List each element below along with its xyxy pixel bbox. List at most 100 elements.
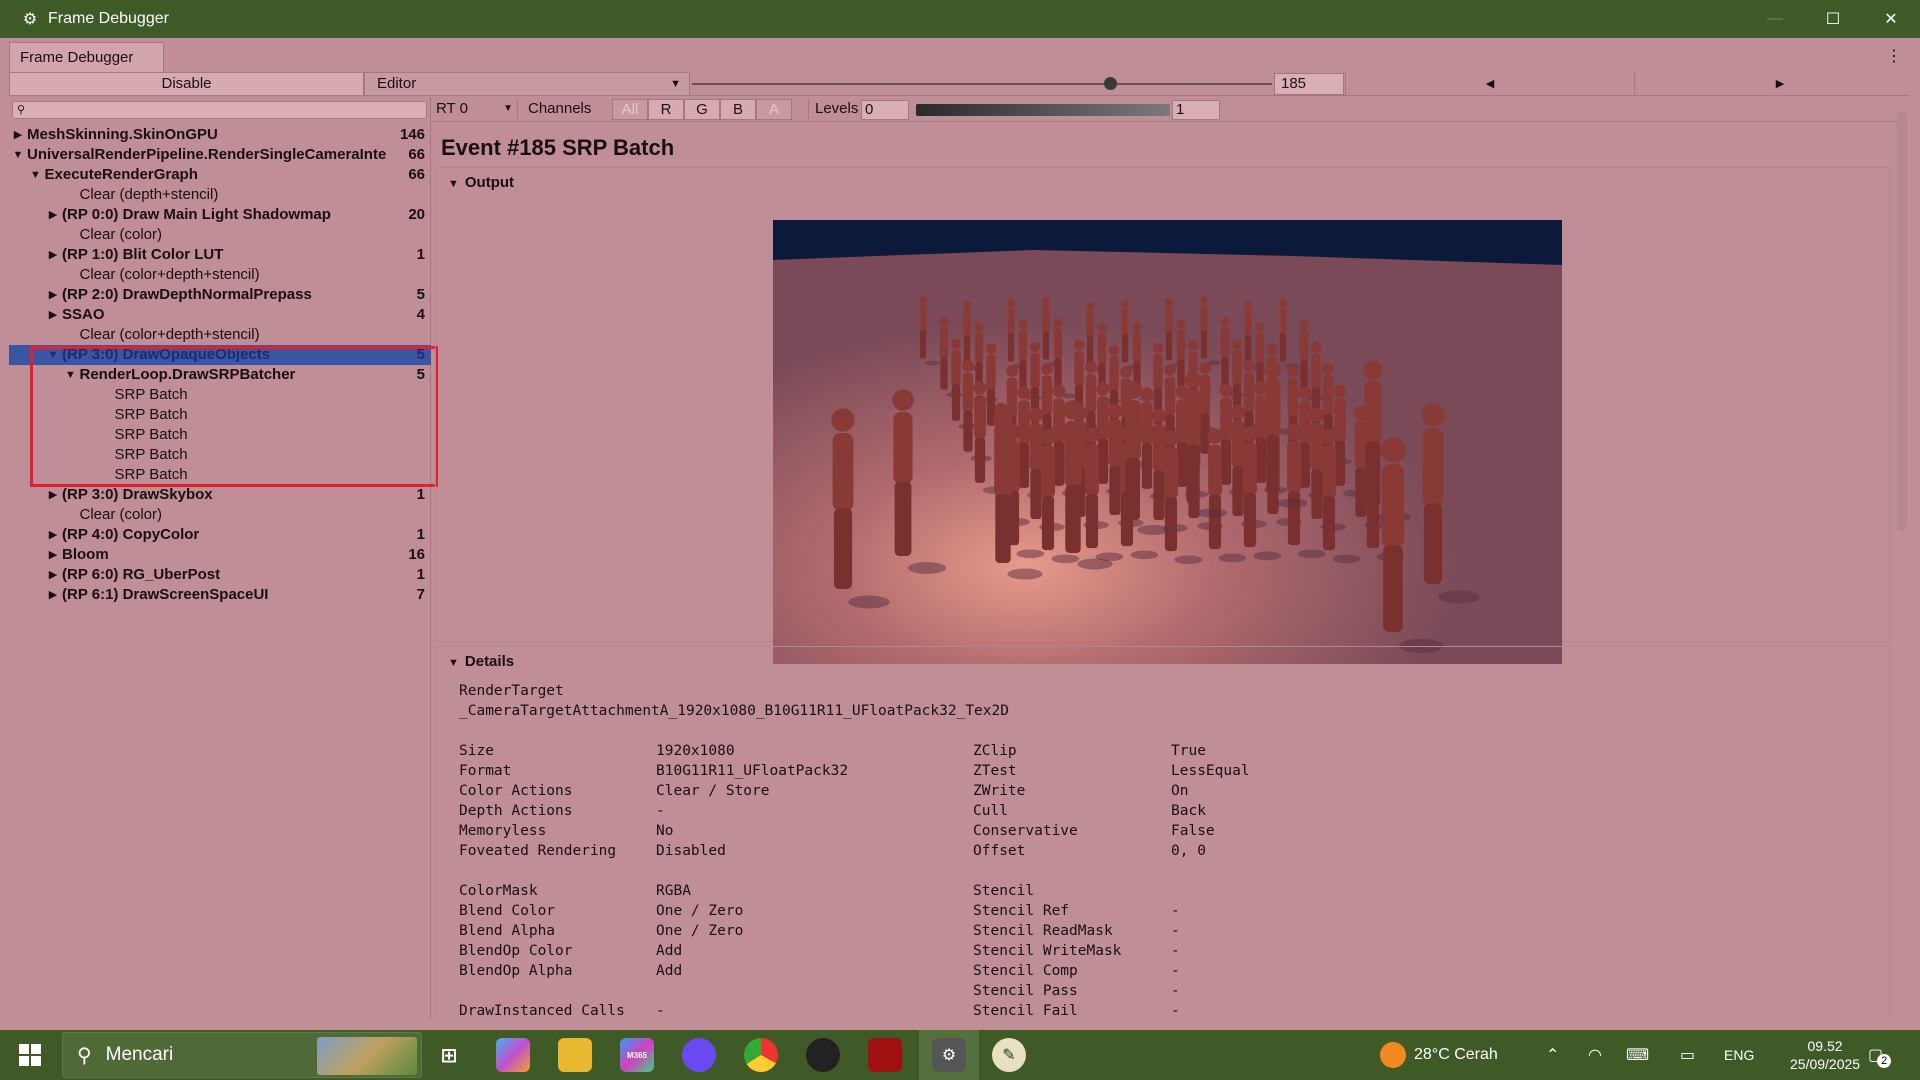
clock[interactable]: 09.52 25/09/2025	[1790, 1030, 1860, 1080]
tree-row[interactable]: SRP Batch	[9, 425, 431, 445]
expanded-arrow-icon[interactable]: ▼	[64, 365, 78, 385]
wifi-icon[interactable]: ◠	[1588, 1030, 1602, 1080]
file-explorer-icon[interactable]	[558, 1038, 592, 1072]
m365-icon[interactable]: M365	[620, 1038, 654, 1072]
disable-button[interactable]: Disable	[9, 72, 364, 96]
tree-row[interactable]: ▶ SSAO 4	[9, 305, 431, 325]
tree-row[interactable]: ▶ (RP 2:0) DrawDepthNormalPrepass 5	[9, 285, 431, 305]
language-indicator[interactable]: ENG	[1724, 1030, 1754, 1080]
event-slider-thumb[interactable]	[1103, 77, 1117, 90]
tree-row[interactable]: ▼ UniversalRenderPipeline.RenderSingleCam…	[9, 145, 431, 165]
details-foldout[interactable]: ▼ Details	[448, 653, 514, 670]
levels-max-field[interactable]: 1	[1172, 100, 1220, 120]
details-value: -	[1171, 983, 1180, 999]
tree-row[interactable]: Clear (color+depth+stencil)	[9, 325, 431, 345]
collapsed-arrow-icon[interactable]: ▶	[46, 565, 60, 585]
previous-event-button[interactable]: ◀	[1345, 72, 1635, 96]
tree-row[interactable]: ▼ RenderLoop.DrawSRPBatcher 5	[9, 365, 431, 385]
taskbar-search[interactable]: ⚲ Mencari	[62, 1032, 422, 1078]
figure-head	[950, 338, 962, 350]
tree-row[interactable]: ▶ (RP 0:0) Draw Main Light Shadowmap 20	[9, 205, 431, 225]
expanded-arrow-icon[interactable]: ▼	[46, 345, 60, 365]
kebab-menu-icon[interactable]: ⋮	[1886, 46, 1902, 66]
tree-row[interactable]: ▶ (RP 3:0) DrawSkybox 1	[9, 485, 431, 505]
collapsed-arrow-icon[interactable]: ▶	[46, 245, 60, 265]
figure-legs	[1423, 503, 1443, 584]
tree-row[interactable]: Clear (color+depth+stencil)	[9, 265, 431, 285]
figure-head	[1309, 407, 1325, 423]
tree-row[interactable]: SRP Batch	[9, 445, 431, 465]
tree-row[interactable]: ▶ Bloom 16	[9, 545, 431, 565]
tree-row[interactable]: ▶ MeshSkinning.SkinOnGPU 146	[9, 125, 431, 145]
channel-b-button[interactable]: B	[720, 99, 756, 120]
tray-overflow-icon[interactable]: ⌃	[1546, 1030, 1559, 1080]
channel-r-button[interactable]: R	[648, 99, 684, 120]
figure-head	[1040, 429, 1056, 445]
output-foldout[interactable]: ▼ Output	[448, 174, 514, 191]
tree-row[interactable]: SRP Batch	[9, 405, 431, 425]
collapsed-arrow-icon[interactable]: ▶	[46, 205, 60, 225]
tree-row-label: (RP 3:0) DrawSkybox	[62, 486, 213, 503]
channel-a-button[interactable]: A	[756, 99, 792, 120]
app-red-icon[interactable]	[868, 1038, 902, 1072]
figure-body	[1255, 332, 1265, 364]
target-dropdown[interactable]: Editor ▼	[364, 72, 690, 96]
minimize-button[interactable]: —	[1746, 0, 1804, 38]
levels-range-slider[interactable]	[916, 104, 1170, 116]
collapsed-arrow-icon[interactable]: ▶	[46, 545, 60, 565]
details-scrollbar[interactable]	[1896, 107, 1908, 1007]
collapsed-arrow-icon[interactable]: ▶	[46, 285, 60, 305]
details-key: Stencil Ref	[973, 903, 1070, 919]
close-button[interactable]: ✕	[1862, 0, 1920, 38]
maximize-button[interactable]: ☐	[1804, 0, 1862, 38]
details-key: Blend Color	[459, 903, 556, 919]
tree-row[interactable]: SRP Batch	[9, 465, 431, 485]
next-event-button[interactable]: ▶	[1635, 72, 1920, 96]
render-target-dropdown[interactable]: RT 0 ▼	[434, 99, 518, 119]
tree-row-label: (RP 0:0) Draw Main Light Shadowmap	[62, 206, 331, 223]
notification-button[interactable]: ▢ 2	[1868, 1030, 1892, 1080]
collapsed-arrow-icon[interactable]: ▶	[11, 125, 25, 145]
hierarchy-search-input[interactable]: ⚲	[12, 101, 427, 119]
expanded-arrow-icon[interactable]: ▼	[11, 145, 25, 165]
collapsed-arrow-icon[interactable]: ▶	[46, 485, 60, 505]
collapsed-arrow-icon[interactable]: ▶	[46, 525, 60, 545]
tree-row[interactable]: ▼ (RP 3:0) DrawOpaqueObjects 5	[9, 345, 431, 365]
collapsed-arrow-icon[interactable]: ▶	[46, 585, 60, 605]
start-button[interactable]	[0, 1030, 60, 1080]
tree-row[interactable]: SRP Batch	[9, 385, 431, 405]
figure-legs	[1255, 437, 1267, 483]
scrollbar-thumb[interactable]	[1897, 111, 1907, 531]
levels-min-field[interactable]: 0	[861, 100, 909, 120]
paint-icon[interactable]: ✎	[992, 1038, 1026, 1072]
task-view-icon[interactable]: ⊞	[432, 1038, 466, 1072]
keyboard-icon[interactable]: ⌨	[1626, 1030, 1649, 1080]
copilot-icon[interactable]	[496, 1038, 530, 1072]
event-number-field[interactable]: 185	[1274, 73, 1344, 95]
chrome-icon[interactable]	[744, 1038, 778, 1072]
unity-icon[interactable]: ⚙	[932, 1038, 966, 1072]
display-icon[interactable]: ▭	[1680, 1030, 1695, 1080]
github-icon[interactable]	[806, 1038, 840, 1072]
tree-row[interactable]: ▶ (RP 6:1) DrawScreenSpaceUI 7	[9, 585, 431, 605]
weather-widget[interactable]: 28°C Cerah	[1380, 1030, 1498, 1080]
discord-icon[interactable]	[682, 1038, 716, 1072]
tree-row[interactable]: Clear (color)	[9, 505, 431, 525]
tree-row[interactable]: ▶ (RP 4:0) CopyColor 1	[9, 525, 431, 545]
tree-row[interactable]: Clear (color)	[9, 225, 431, 245]
tree-row[interactable]: Clear (depth+stencil)	[9, 185, 431, 205]
tab-frame-debugger[interactable]: Frame Debugger	[9, 42, 164, 72]
event-slider-track[interactable]	[692, 83, 1272, 85]
figure-shadow	[1130, 550, 1159, 560]
channel-all-button[interactable]: All	[612, 99, 648, 120]
tree-row[interactable]: ▶ (RP 6:0) RG_UberPost 1	[9, 565, 431, 585]
details-key: Blend Alpha	[459, 923, 556, 939]
collapsed-arrow-icon[interactable]: ▶	[46, 305, 60, 325]
channel-g-button[interactable]: G	[684, 99, 720, 120]
expanded-arrow-icon[interactable]: ▼	[29, 165, 43, 185]
tree-row[interactable]: ▼ ExecuteRenderGraph 66	[9, 165, 431, 185]
details-row: Format B10G11R11_UFloatPack32 ZTest LessEqu…	[459, 761, 1359, 781]
tree-row[interactable]: ▶ (RP 1:0) Blit Color LUT 1	[9, 245, 431, 265]
figure-body	[1164, 446, 1178, 499]
output-label: Output	[464, 174, 515, 191]
